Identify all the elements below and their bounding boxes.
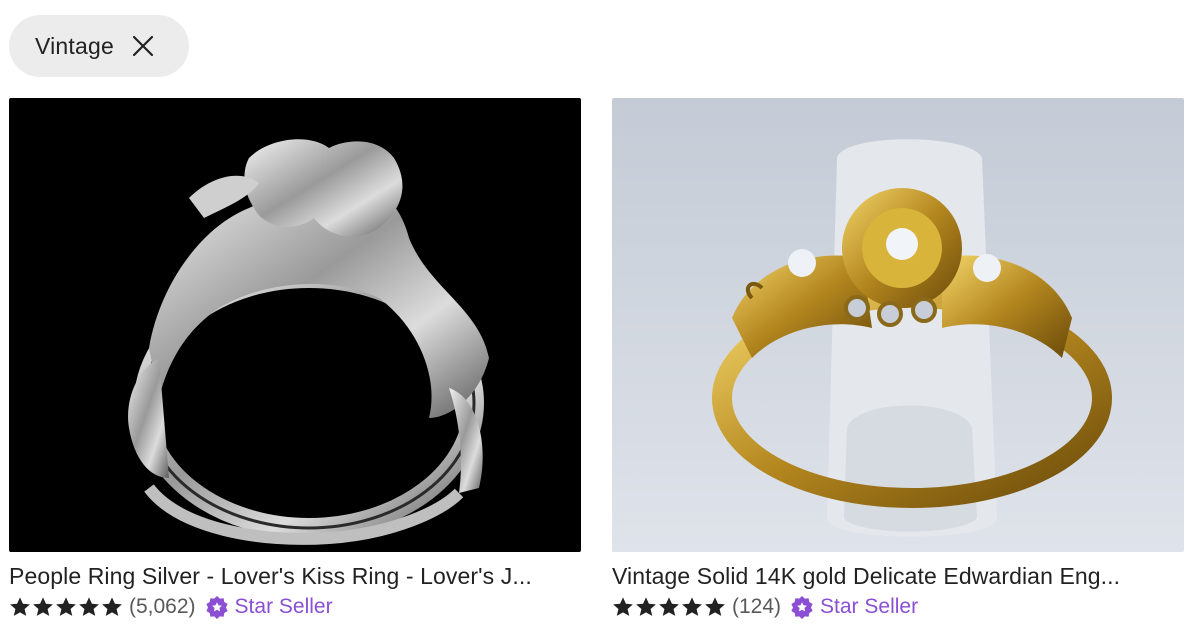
star-icon (636, 597, 656, 616)
listing-title[interactable]: People Ring Silver - Lover's Kiss Ring -… (9, 561, 581, 591)
review-count: (124) (732, 595, 782, 618)
star-rating (612, 596, 726, 618)
star-rating (9, 596, 123, 618)
star-icon (79, 597, 99, 616)
star-icon (682, 597, 702, 616)
star-icon (56, 597, 76, 616)
star-icon (10, 597, 30, 616)
listing-title[interactable]: Vintage Solid 14K gold Delicate Edwardia… (612, 561, 1184, 591)
listing-image-gold-ring[interactable] (612, 98, 1184, 552)
listing-card[interactable]: Vintage Solid 14K gold Delicate Edwardia… (612, 98, 1184, 622)
review-count: (5,062) (129, 595, 196, 618)
star-icon (659, 597, 679, 616)
filter-chip-label: Vintage (35, 32, 114, 59)
listing-meta: (5,062) Star Seller (9, 592, 581, 622)
star-seller-badge-icon (205, 595, 229, 619)
star-seller-label: Star Seller (820, 595, 919, 618)
star-icon (705, 597, 725, 616)
star-icon (102, 597, 122, 616)
listing-meta: (124) Star Seller (612, 592, 1184, 622)
star-icon (613, 597, 633, 616)
listing-card[interactable]: People Ring Silver - Lover's Kiss Ring -… (9, 98, 581, 622)
star-seller-badge-icon (790, 595, 814, 619)
filter-chip-vintage[interactable]: Vintage (9, 15, 189, 77)
listing-image-silver-ring[interactable] (9, 98, 581, 552)
star-seller-label: Star Seller (234, 595, 333, 618)
close-icon[interactable] (131, 34, 155, 58)
star-icon (33, 597, 53, 616)
